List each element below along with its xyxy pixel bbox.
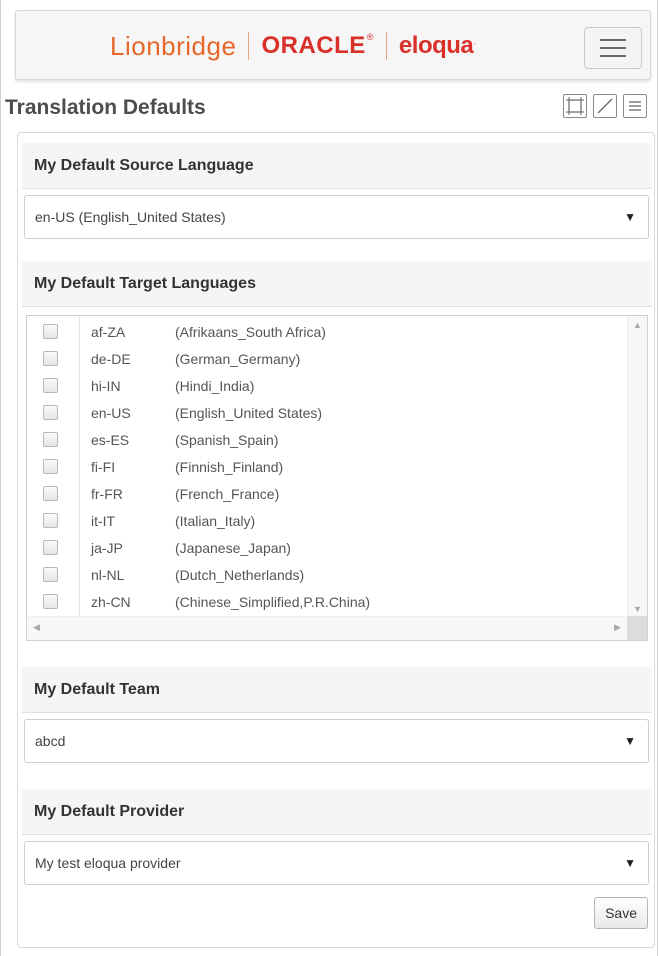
language-checkbox[interactable] <box>43 594 58 609</box>
horizontal-scrollbar[interactable]: ◀ ▶ <box>27 616 629 640</box>
language-checkbox[interactable] <box>43 405 58 420</box>
language-row[interactable]: fr-FR (French_France) <box>27 480 627 507</box>
language-row[interactable]: en-US (English_United States) <box>27 399 627 426</box>
language-name: (Japanese_Japan) <box>175 539 291 556</box>
language-code: hi-IN <box>91 377 121 394</box>
language-name: (English_United States) <box>175 404 323 421</box>
team-value: abcd <box>35 733 66 749</box>
dropdown-arrow-icon: ▼ <box>624 856 636 870</box>
language-checkbox[interactable] <box>43 486 58 501</box>
team-select[interactable]: abcd ▼ <box>24 719 649 763</box>
language-checkbox[interactable] <box>43 351 58 366</box>
language-row[interactable]: es-ES (Spanish_Spain) <box>27 426 627 453</box>
provider-heading: My Default Provider <box>22 789 652 835</box>
language-code: en-US <box>91 404 131 421</box>
source-language-select[interactable]: en-US (English_United States) ▼ <box>24 195 649 239</box>
language-code: zh-CN <box>91 593 131 610</box>
language-name: (Chinese_Simplified,P.R.China) <box>175 593 371 610</box>
oracle-logo-text: ORACLE® <box>261 32 374 59</box>
scroll-left-arrow-icon[interactable]: ◀ <box>33 622 40 633</box>
scrollbar-corner <box>627 616 647 640</box>
target-languages-heading: My Default Target Languages <box>22 261 652 307</box>
language-row[interactable]: de-DE (German_Germany) <box>27 345 627 372</box>
app-frame: Lionbridge ORACLE® eloqua. Translation D… <box>0 0 658 956</box>
language-name: (Italian_Italy) <box>175 512 256 529</box>
logo-divider <box>385 32 387 60</box>
language-checkbox[interactable] <box>43 540 58 555</box>
expand-icon[interactable] <box>563 94 587 118</box>
language-checkbox[interactable] <box>43 459 58 474</box>
language-code: nl-NL <box>91 566 125 583</box>
defaults-panel: My Default Source Language en-US (Englis… <box>17 132 655 948</box>
language-code: fr-FR <box>91 485 123 502</box>
language-name: (Dutch_Netherlands) <box>175 566 305 583</box>
language-name: (Afrikaans_South Africa) <box>175 323 326 340</box>
language-name: (Spanish_Spain) <box>175 431 279 448</box>
language-row[interactable]: it-IT (Italian_Italy) <box>27 507 627 534</box>
eloqua-logo-text: eloqua. <box>398 32 476 59</box>
language-name: (Finnish_Finland) <box>175 458 284 475</box>
title-toolbar <box>563 94 647 118</box>
language-name: (French_France) <box>175 485 280 502</box>
resize-icon[interactable] <box>593 94 617 118</box>
source-language-value: en-US (English_United States) <box>35 209 226 225</box>
provider-select[interactable]: My test eloqua provider ▼ <box>24 841 649 885</box>
target-languages-list[interactable]: af-ZA (Afrikaans_South Africa) de-DE (Germa… <box>26 315 648 641</box>
hamburger-menu-button[interactable] <box>584 27 642 69</box>
app-header: Lionbridge ORACLE® eloqua. <box>15 10 651 80</box>
source-language-heading: My Default Source Language <box>22 143 652 189</box>
language-code: fi-FI <box>91 458 116 475</box>
language-code: de-DE <box>91 350 131 367</box>
language-name: (German_Germany) <box>175 350 301 367</box>
dropdown-arrow-icon: ▼ <box>624 210 636 224</box>
provider-value: My test eloqua provider <box>35 855 181 871</box>
hamburger-menu-icon <box>600 39 626 41</box>
language-checkbox[interactable] <box>43 324 58 339</box>
language-row[interactable]: af-ZA (Afrikaans_South Africa) <box>27 318 627 345</box>
language-row[interactable]: fi-FI (Finnish_Finland) <box>27 453 627 480</box>
scroll-right-arrow-icon[interactable]: ▶ <box>614 622 621 633</box>
language-code: it-IT <box>91 512 116 529</box>
language-checkbox[interactable] <box>43 567 58 582</box>
language-checkbox[interactable] <box>43 513 58 528</box>
language-checkbox[interactable] <box>43 378 58 393</box>
language-row[interactable]: zh-CN (Chinese_Simplified,P.R.China) <box>27 588 627 615</box>
page-title: Translation Defaults <box>5 96 206 119</box>
language-row[interactable]: hi-IN (Hindi_India) <box>27 372 627 399</box>
scroll-up-arrow-icon[interactable]: ▲ <box>633 320 642 330</box>
brand-logo: Lionbridge ORACLE® eloqua. <box>110 29 475 63</box>
scroll-down-arrow-icon[interactable]: ▼ <box>633 604 642 614</box>
language-row[interactable]: ja-JP (Japanese_Japan) <box>27 534 627 561</box>
language-name: (Hindi_India) <box>175 377 255 394</box>
logo-divider <box>248 32 250 60</box>
dropdown-arrow-icon: ▼ <box>624 734 636 748</box>
vertical-scrollbar[interactable]: ▲ ▼ <box>627 316 647 618</box>
lionbridge-logo-text: Lionbridge <box>110 30 237 61</box>
language-row[interactable]: nl-NL (Dutch_Netherlands) <box>27 561 627 588</box>
language-code: af-ZA <box>91 323 126 340</box>
save-button[interactable]: Save <box>594 897 648 929</box>
language-code: ja-JP <box>91 539 123 556</box>
list-icon[interactable] <box>623 94 647 118</box>
language-code: es-ES <box>91 431 130 448</box>
language-rows: af-ZA (Afrikaans_South Africa) de-DE (Germa… <box>27 318 627 615</box>
team-heading: My Default Team <box>22 667 652 713</box>
language-checkbox[interactable] <box>43 432 58 447</box>
